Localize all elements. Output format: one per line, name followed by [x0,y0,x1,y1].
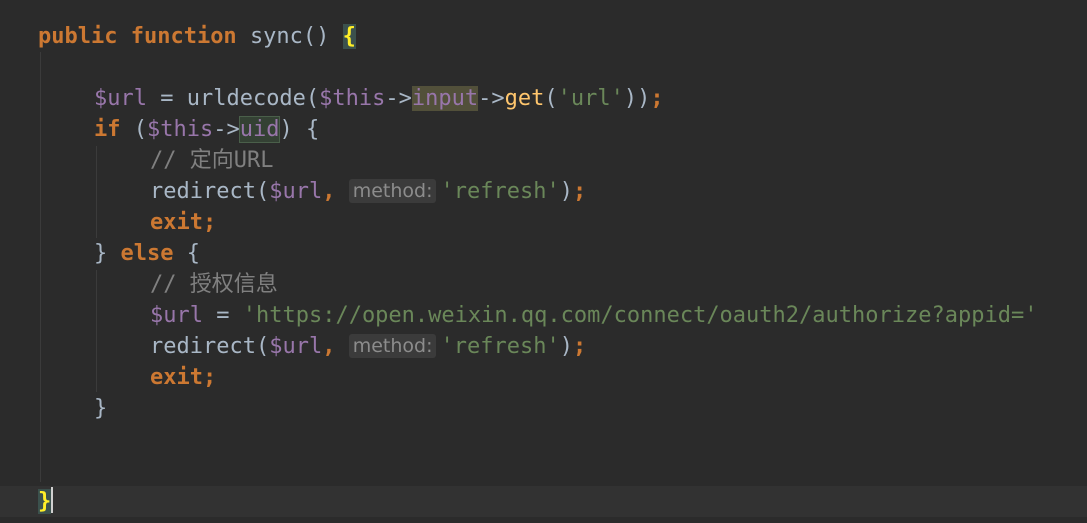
code-line-3[interactable]: $url = urldecode($this->input->get('url'… [0,83,1087,114]
code-token: 'refresh' [440,179,560,204]
code-token: $url [94,86,147,111]
text-caret [51,487,54,513]
code-line-5[interactable]: // 定向URL [0,145,1087,176]
code-line-6[interactable]: redirect($url, method:'refresh'); [0,176,1087,207]
code-token: $this [319,86,386,111]
code-line-13[interactable]: } [0,393,1087,424]
code-token: // 授权信息 [150,272,278,297]
code-token: 'https://open.weixin.qq.com/connect/oaut… [242,303,1038,328]
code-token: uid [238,116,281,143]
code-token: -> [478,86,505,111]
code-token: input [411,86,479,111]
code-token: if [94,117,121,142]
code-token: } [94,241,121,266]
code-token: $url [150,303,203,328]
code-token: redirect( [150,334,270,359]
code-token: public [38,24,131,49]
code-token: ( [544,86,558,111]
code-token: } [94,396,108,421]
code-token: // 定向URL [150,148,274,173]
code-token: { [342,24,356,49]
code-token: = [202,303,243,328]
code-token: else [120,241,174,266]
code-token: sync() [249,24,343,49]
code-token: , [322,334,349,359]
code-line-14[interactable] [0,424,1087,455]
code-token: ; [572,334,587,359]
code-line-7[interactable]: exit; [0,207,1087,238]
code-line-16-current[interactable]: } [0,486,1087,517]
parameter-hint: method: [348,179,437,203]
code-token: 'url' [557,86,624,111]
code-line-4[interactable]: if ($this->uid) { [0,114,1087,145]
code-token: ) { [279,117,320,142]
code-token: ( [120,117,147,142]
code-token: exit; [150,365,217,390]
code-token: -> [213,117,240,142]
code-line-10[interactable]: $url = 'https://open.weixin.qq.com/conne… [0,300,1087,331]
code-token: $url [269,334,323,359]
code-token: 'refresh' [440,334,560,359]
code-line-1[interactable]: public function sync() { [0,21,1087,52]
code-token: ) [559,334,573,359]
code-line-11[interactable]: redirect($url, method:'refresh'); [0,331,1087,362]
code-line-2[interactable] [0,52,1087,83]
code-editor[interactable]: public function sync() { $url = urldecod… [0,0,1087,523]
code-line-12[interactable]: exit; [0,362,1087,393]
code-token: exit; [150,210,217,235]
code-line-8[interactable]: } else { [0,238,1087,269]
code-line-15[interactable] [0,455,1087,486]
code-token: ) [559,179,573,204]
code-token: ; [650,86,664,111]
code-token: { [173,241,200,266]
code-line-9[interactable]: // 授权信息 [0,269,1087,300]
code-token: redirect( [150,179,270,204]
code-token: $this [147,117,214,142]
code-token: ; [572,179,587,204]
code-token: = urldecode( [146,86,320,111]
code-token: function [130,24,250,49]
code-token: -> [385,86,412,111]
code-token: , [322,179,349,204]
code-token: $url [269,179,323,204]
code-token: )) [623,86,651,111]
parameter-hint: method: [348,334,437,358]
code-token: get [504,86,545,111]
code-token: } [38,489,52,514]
